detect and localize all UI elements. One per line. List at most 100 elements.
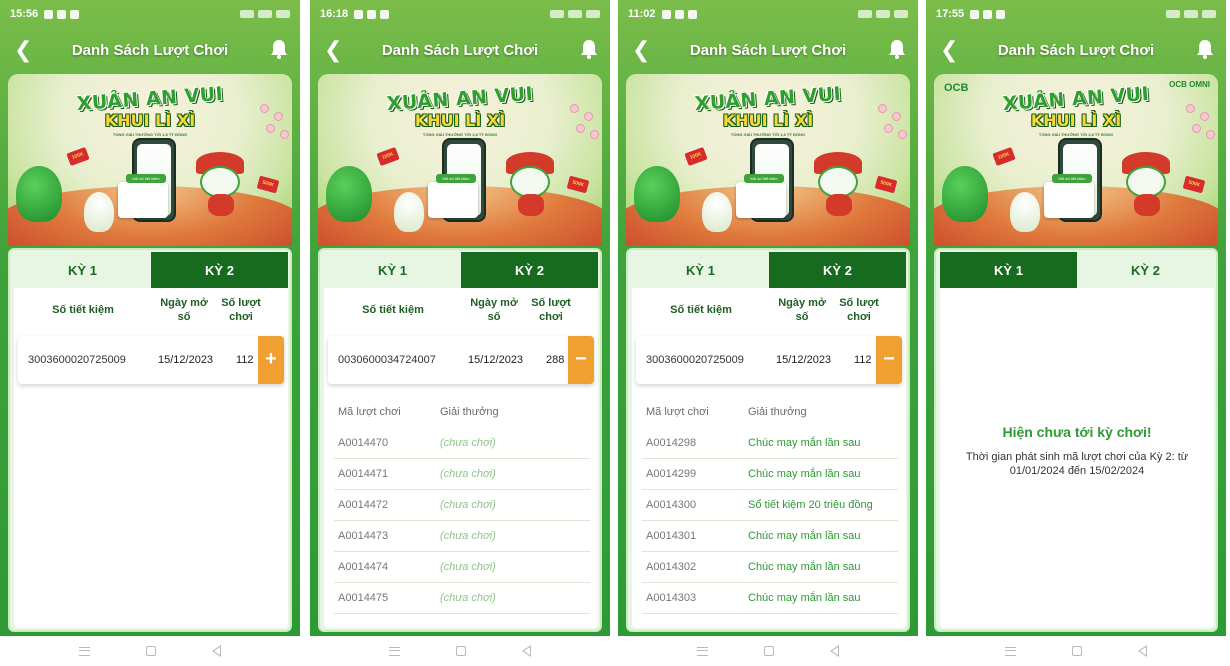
open-date: 15/12/2023 — [468, 354, 524, 366]
play-row[interactable]: A0014300 Sổ tiết kiệm 20 triệu đồng — [642, 490, 898, 521]
phone-screen-4: 17:55 ❮ Danh Sách Lượt Chơi OCB OCB OMNI… — [926, 0, 1226, 666]
banner-subheadline: KHUI LÌ XÌ — [1030, 111, 1122, 130]
tab-ky-1[interactable]: KỲ 1 — [940, 252, 1077, 288]
bell-icon[interactable] — [888, 39, 906, 59]
account-number: 3003600020725009 — [28, 354, 126, 366]
tab-ky-1[interactable]: KỲ 1 — [14, 252, 151, 288]
system-icons — [858, 10, 908, 18]
phone-screen-2: 16:18 ❮ Danh Sách Lượt Chơi XUÂN AN VUI … — [310, 0, 610, 666]
minus-icon[interactable]: − — [876, 336, 902, 384]
red-mascot-image — [810, 152, 872, 216]
tab-ky-1[interactable]: KỲ 1 — [324, 252, 461, 288]
play-row[interactable]: A0014470 (chưa chơi) — [334, 428, 590, 459]
play-prize: (chưa chơi) — [440, 561, 496, 573]
kid-mascot-image — [702, 192, 732, 232]
account-row[interactable]: 3003600020725009 15/12/2023 112 + — [18, 336, 284, 384]
green-mascot-image — [16, 166, 62, 222]
play-code: A0014300 — [646, 499, 697, 511]
system-icons — [550, 10, 600, 18]
empty-state-title: Hiện chưa tới kỳ chơi! — [1002, 424, 1152, 440]
home-square-icon[interactable] — [146, 646, 156, 656]
kid-mascot-image — [84, 192, 114, 232]
play-row[interactable]: A0014475 (chưa chơi) — [334, 583, 590, 614]
promo-banner: XUÂN AN VUI KHUI LÌ XÌ TỔNG GIẢI THƯỞNG … — [626, 74, 910, 246]
play-row[interactable]: A0014298 Chúc may mắn lần sau — [642, 428, 898, 459]
tab-ky-2[interactable]: KỲ 2 — [151, 252, 288, 288]
banner-pill: Mở số tiết kiệm — [436, 174, 476, 183]
play-code: A0014471 — [338, 468, 389, 480]
bell-icon[interactable] — [270, 39, 288, 59]
back-arrow-icon[interactable]: ❮ — [324, 38, 348, 62]
home-square-icon[interactable] — [764, 646, 774, 656]
bell-icon[interactable] — [580, 39, 598, 59]
back-arrow-icon[interactable]: ❮ — [14, 38, 38, 62]
account-row[interactable]: 3003600020725009 15/12/2023 112 − — [636, 336, 902, 384]
play-row[interactable]: A0014302 Chúc may mắn lần sau — [642, 552, 898, 583]
page-title: Danh Sách Lượt Chơi — [689, 41, 847, 59]
banner-subheadline: KHUI LÌ XÌ — [414, 111, 506, 130]
home-square-icon[interactable] — [456, 646, 466, 656]
back-triangle-icon[interactable] — [830, 645, 839, 657]
system-icons — [1166, 10, 1216, 18]
play-list-panel: KỲ 1 KỲ 2 Hiện chưa tới kỳ chơi! Thời gi… — [934, 248, 1218, 632]
envelope-500k: 500K — [566, 175, 590, 194]
page-title: Danh Sách Lượt Chơi — [997, 41, 1155, 59]
red-mascot-image — [192, 152, 254, 216]
play-row[interactable]: A0014301 Chúc may mắn lần sau — [642, 521, 898, 552]
system-nav-bar — [0, 636, 300, 666]
tab-ky-2[interactable]: KỲ 2 — [461, 252, 598, 288]
red-mascot-image — [1118, 152, 1180, 216]
back-triangle-icon[interactable] — [522, 645, 531, 657]
account-table: Số tiết kiệm Ngày mở số Số lượt chơi 300… — [14, 288, 288, 628]
back-arrow-icon[interactable]: ❮ — [632, 38, 656, 62]
home-square-icon[interactable] — [1072, 646, 1082, 656]
blossom-decoration — [252, 98, 292, 148]
plus-icon[interactable]: + — [258, 336, 284, 384]
menu-icon[interactable] — [389, 646, 400, 656]
envelope-100k: 100K — [66, 146, 90, 167]
back-triangle-icon[interactable] — [212, 645, 221, 657]
play-row[interactable]: A0014303 Chúc may mắn lần sau — [642, 583, 898, 614]
play-code: A0014473 — [338, 530, 389, 542]
column-header-open-date: Ngày mở số — [778, 297, 826, 323]
period-tabs: KỲ 1 KỲ 2 — [14, 252, 288, 288]
banner-subheadline: KHUI LÌ XÌ — [722, 111, 814, 130]
play-prize: (chưa chơi) — [440, 468, 496, 480]
tab-ky-2[interactable]: KỲ 2 — [1077, 252, 1214, 288]
back-arrow-icon[interactable]: ❮ — [940, 38, 964, 62]
play-row[interactable]: A0014474 (chưa chơi) — [334, 552, 590, 583]
app-screen: 17:55 ❮ Danh Sách Lượt Chơi OCB OCB OMNI… — [926, 0, 1226, 636]
status-bar: 17:55 — [926, 0, 1226, 28]
envelope-100k: 100K — [684, 146, 708, 167]
play-row[interactable]: A0014472 (chưa chơi) — [334, 490, 590, 521]
empty-state: Hiện chưa tới kỳ chơi! Thời gian phát si… — [940, 424, 1214, 478]
play-row[interactable]: A0014299 Chúc may mắn lần sau — [642, 459, 898, 490]
promo-banner: XUÂN AN VUI KHUI LÌ XÌ TỔNG GIẢI THƯỞNG … — [318, 74, 602, 246]
play-list-panel: KỲ 1 KỲ 2 Số tiết kiệm Ngày mở số Số lượ… — [318, 248, 602, 632]
status-time: 16:18 — [320, 8, 349, 20]
app-screen: 16:18 ❮ Danh Sách Lượt Chơi XUÂN AN VUI … — [310, 0, 610, 636]
minus-icon[interactable]: − — [568, 336, 594, 384]
tab-ky-1[interactable]: KỲ 1 — [632, 252, 769, 288]
column-header-prize: Giải thưởng — [748, 406, 807, 418]
play-row[interactable]: A0014473 (chưa chơi) — [334, 521, 590, 552]
kid-mascot-image — [1010, 192, 1040, 232]
menu-icon[interactable] — [79, 646, 90, 656]
bell-icon[interactable] — [1196, 39, 1214, 59]
phone-screen-3: 11:02 ❮ Danh Sách Lượt Chơi XUÂN AN VUI … — [618, 0, 918, 666]
green-mascot-image — [326, 166, 372, 222]
account-row[interactable]: 0030600034724007 15/12/2023 288 − — [328, 336, 594, 384]
status-bar: 15:56 — [0, 0, 300, 28]
menu-icon[interactable] — [697, 646, 708, 656]
page-title: Danh Sách Lượt Chơi — [381, 41, 539, 59]
tab-ky-2[interactable]: KỲ 2 — [769, 252, 906, 288]
menu-icon[interactable] — [1005, 646, 1016, 656]
play-code: A0014299 — [646, 468, 697, 480]
kid-mascot-image — [394, 192, 424, 232]
blossom-decoration — [1178, 98, 1218, 148]
column-header-code: Mã lượt chơi — [646, 406, 709, 418]
back-triangle-icon[interactable] — [1138, 645, 1147, 657]
play-count: 112 — [854, 354, 872, 366]
app-header: ❮ Danh Sách Lượt Chơi — [310, 30, 610, 70]
play-row[interactable]: A0014471 (chưa chơi) — [334, 459, 590, 490]
